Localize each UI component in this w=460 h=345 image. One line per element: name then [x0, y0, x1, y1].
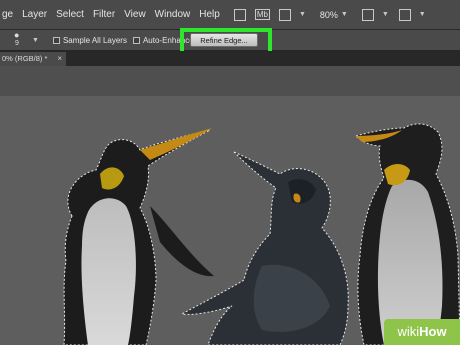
sample-all-layers-checkbox[interactable] [52, 36, 60, 44]
menu-select[interactable]: Select [56, 9, 93, 20]
chevron-down-icon[interactable]: ▼ [382, 11, 389, 18]
brush-size: 9 [15, 40, 19, 47]
menu-image[interactable]: ge [0, 9, 22, 20]
chevron-down-icon[interactable]: ▼ [32, 37, 39, 44]
arrange-documents-icon[interactable] [361, 8, 374, 21]
chevron-down-icon[interactable]: ▼ [341, 11, 348, 18]
screen-mode-icon[interactable] [398, 8, 411, 21]
brush-picker[interactable]: ● 9 [8, 30, 32, 50]
zoom-level[interactable]: 80% [320, 10, 338, 20]
close-icon[interactable]: × [57, 52, 62, 66]
menu-window[interactable]: Window [155, 9, 200, 20]
document-canvas[interactable] [0, 66, 460, 345]
menu-layer[interactable]: Layer [22, 9, 56, 20]
watermark-suffix: How [419, 324, 447, 339]
refine-edge-button[interactable]: Refine Edge... [190, 33, 258, 47]
mini-bridge-button[interactable]: Mb [254, 9, 270, 20]
chevron-down-icon[interactable]: ▼ [299, 11, 306, 18]
document-tab-bar: 0% (RGB/8) * × [0, 51, 460, 66]
penguin-photo [0, 66, 460, 345]
menu-help[interactable]: Help [199, 9, 229, 20]
document-tab-title: 0% (RGB/8) * [2, 54, 48, 63]
brush-tip-icon: ● [14, 30, 20, 40]
wikihow-watermark: wikiHow [384, 319, 460, 345]
chevron-down-icon[interactable]: ▼ [419, 11, 426, 18]
menu-filter[interactable]: Filter [93, 9, 124, 20]
bridge-icon[interactable] [233, 8, 246, 21]
sample-all-layers-option[interactable]: Sample All Layers [52, 35, 127, 45]
watermark-prefix: wiki [397, 324, 420, 339]
menu-view[interactable]: View [124, 9, 155, 20]
auto-enhance-checkbox[interactable] [132, 36, 140, 44]
document-tab[interactable]: 0% (RGB/8) * × [0, 52, 66, 66]
view-extras-icon[interactable] [278, 8, 291, 21]
sample-all-layers-label: Sample All Layers [62, 35, 127, 45]
menu-bar: ge Layer Select Filter View Window Help … [0, 0, 460, 30]
